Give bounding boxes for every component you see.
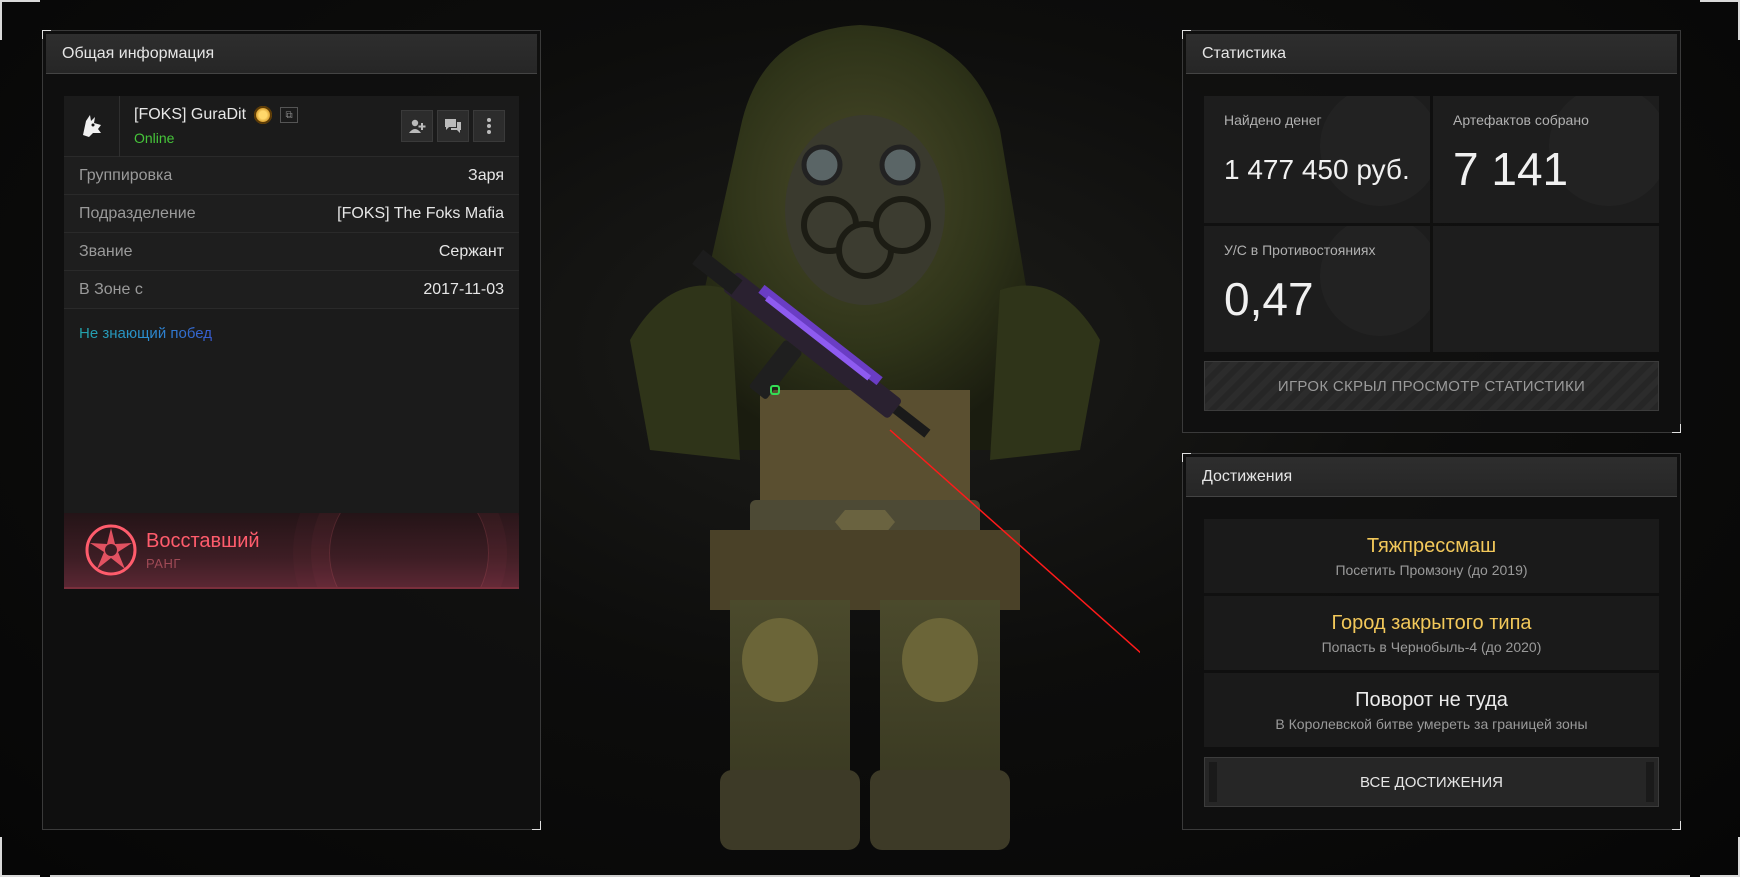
all-achievements-button[interactable]: ВСЕ ДОСТИЖЕНИЯ (1204, 757, 1659, 807)
panel-title: Достижения (1186, 457, 1677, 497)
achievement-desc: Попасть в Чернобыль-4 (до 2020) (1321, 639, 1542, 655)
frame-corner (1700, 0, 1740, 40)
info-value: [FOKS] The Foks Mafia (337, 204, 504, 222)
add-friend-button[interactable] (401, 110, 433, 142)
more-vertical-icon (487, 118, 491, 134)
achievement-desc: В Королевской битве умереть за границей … (1275, 716, 1588, 732)
player-motto: Не знающий побед (64, 309, 227, 358)
online-status: Online (134, 130, 175, 146)
info-label: Звание (79, 242, 133, 260)
panel-title: Общая информация (46, 34, 537, 74)
info-label: Группировка (79, 166, 173, 184)
rank-emblem-icon (76, 515, 146, 585)
stats-grid: Найдено денег 1 477 450 руб. Артефактов … (1204, 96, 1659, 352)
info-value: 2017-11-03 (423, 280, 504, 298)
statistics-panel: Статистика Найдено денег 1 477 450 руб. … (1182, 30, 1681, 433)
profile-card: [FOKS] GuraDit ⧉ Online Группировка Заря… (64, 95, 519, 531)
player-name: [FOKS] GuraDit (134, 106, 247, 123)
frame-corner (0, 837, 40, 877)
achievement-title: Поворот не туда (1355, 689, 1508, 711)
faction-logo-icon (64, 95, 120, 157)
info-label: В Зоне с (79, 280, 143, 298)
character-model (630, 25, 1140, 850)
achievements-panel: Достижения Тяжпрессмаш Посетить Промзону… (1182, 453, 1681, 830)
add-friend-icon (409, 119, 426, 133)
achievement-list: Тяжпрессмаш Посетить Промзону (до 2019) … (1204, 519, 1659, 750)
rank-subtitle: РАНГ (146, 555, 181, 571)
more-options-button[interactable] (473, 110, 505, 142)
chat-icon (445, 119, 461, 133)
info-row-faction: Группировка Заря (64, 157, 519, 195)
rank-rings-decoration (329, 513, 489, 587)
stat-artifacts: Артефактов собрано 7 141 (1433, 96, 1659, 223)
hidden-stats-notice: ИГРОК СКРЫЛ ПРОСМОТР СТАТИСТИКИ (1204, 361, 1659, 411)
achievement-desc: Посетить Промзону (до 2019) (1335, 562, 1528, 578)
info-row-division: Подразделение [FOKS] The Foks Mafia (64, 195, 519, 233)
player-name-block: [FOKS] GuraDit ⧉ Online (134, 106, 401, 146)
achievement-item[interactable]: Тяжпрессмаш Посетить Промзону (до 2019) (1204, 519, 1659, 593)
achievement-item[interactable]: Город закрытого типа Попасть в Чернобыль… (1204, 596, 1659, 670)
coins-icon (1320, 96, 1430, 206)
achievement-title: Тяжпрессмаш (1366, 535, 1497, 557)
rank-text: Восставший РАНГ (146, 530, 260, 571)
info-row-zone-since: В Зоне с 2017-11-03 (64, 271, 519, 309)
gold-badge-icon (254, 106, 273, 124)
achievement-item[interactable]: Поворот не туда В Королевской битве умер… (1204, 673, 1659, 747)
general-info-panel: Общая информация [FOKS] GuraDit ⧉ Online (42, 30, 541, 830)
achievement-title: Город закрытого типа (1331, 612, 1532, 634)
rank-card: Восставший РАНГ (64, 513, 519, 589)
info-value: Заря (468, 166, 504, 184)
copy-icon[interactable]: ⧉ (280, 107, 299, 123)
info-label: Подразделение (79, 204, 196, 222)
stat-kd: У/С в Противостояниях 0,47 (1204, 225, 1430, 352)
frame-corner (1700, 837, 1740, 877)
frame-corner (0, 0, 40, 40)
info-row-rank: Звание Сержант (64, 233, 519, 271)
profile-actions (401, 110, 505, 142)
panel-title: Статистика (1186, 34, 1677, 74)
profile-header: [FOKS] GuraDit ⧉ Online (64, 95, 519, 157)
info-value: Сержант (438, 242, 504, 260)
stat-money: Найдено денег 1 477 450 руб. (1204, 96, 1430, 223)
message-button[interactable] (437, 110, 469, 142)
stat-empty (1433, 225, 1659, 352)
rank-title: Восставший (146, 529, 260, 552)
